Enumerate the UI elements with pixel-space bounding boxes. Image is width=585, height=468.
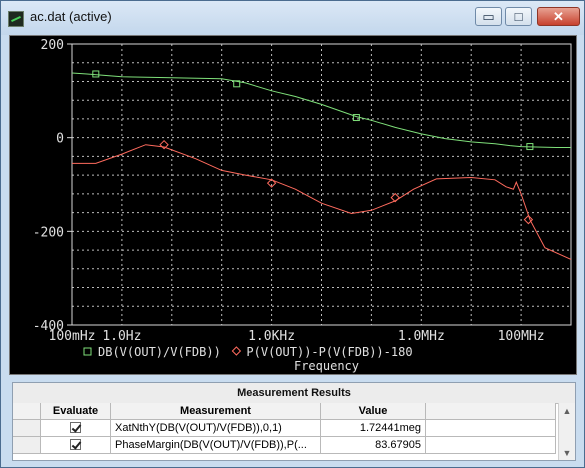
x-tick-label: 100MHz [498, 329, 545, 344]
series-marker-square [92, 70, 100, 78]
column-header-value[interactable]: Value [321, 403, 426, 420]
legend-marker-square [83, 347, 92, 356]
probe-window: ac.dat (active) ▭ □ ✕ 200 0 -200 -400 100mHz… [0, 0, 585, 468]
legend-label: DB(V(OUT)/V(FDB)) [98, 345, 221, 359]
evaluate-checkbox[interactable] [70, 422, 81, 433]
row-header[interactable] [13, 437, 41, 454]
measurement-results-panel: Measurement Results Evaluate Measurement… [12, 382, 576, 461]
measurement-results-title: Measurement Results [13, 383, 575, 404]
x-tick-label: 1.0KHz [248, 329, 295, 344]
x-tick-label: 100mHz [49, 329, 96, 344]
measurement-expression[interactable]: PhaseMargin(DB(V(OUT)/V(FDB)),P(... [111, 437, 321, 454]
empty-cell [426, 437, 556, 454]
y-tick-label: 200 [41, 38, 64, 53]
measurement-expression[interactable]: XatNthY(DB(V(OUT)/V(FDB)),0,1) [111, 420, 321, 437]
y-tick-label: -200 [33, 225, 64, 240]
row-header[interactable] [13, 420, 41, 437]
close-icon: ✕ [553, 9, 564, 24]
window-title: ac.dat (active) [30, 9, 112, 24]
probe-app-icon [8, 11, 24, 27]
bode-plot: 2000-200-400100mHz 1.0Hz 1.0KHz 1.0MHz 100MH… [33, 38, 572, 373]
column-header-measurement[interactable]: Measurement [111, 403, 321, 420]
column-header-empty [426, 403, 556, 420]
close-button[interactable]: ✕ [537, 7, 580, 26]
x-axis-label: Frequency [294, 359, 359, 373]
column-header-evaluate[interactable]: Evaluate [41, 403, 111, 420]
title-bar[interactable]: ac.dat (active) ▭ □ ✕ [1, 1, 584, 35]
vertical-scrollbar[interactable]: ▲ ▼ [558, 403, 575, 460]
measurement-value: 1.72441meg [321, 420, 426, 437]
legend-marker-diamond [231, 346, 242, 356]
scroll-up-icon[interactable]: ▲ [559, 403, 575, 419]
series-line [72, 144, 572, 260]
minimize-button[interactable]: ▭ [475, 7, 502, 26]
maximize-icon: □ [514, 9, 523, 24]
row-header-corner [13, 403, 41, 420]
y-tick-label: 0 [56, 132, 64, 147]
x-tick-label: 1.0Hz [102, 329, 141, 344]
x-tick-label: 1.0MHz [398, 329, 445, 344]
evaluate-cell [41, 420, 111, 437]
minimize-icon: ▭ [482, 9, 495, 24]
maximize-button[interactable]: □ [505, 7, 532, 26]
evaluate-cell [41, 437, 111, 454]
measurement-value: 83.67905 [321, 437, 426, 454]
scroll-down-icon[interactable]: ▼ [559, 445, 575, 460]
legend-label: P(V(OUT))-P(V(FDB))-180 [246, 345, 412, 359]
evaluate-checkbox[interactable] [70, 439, 81, 450]
empty-cell [426, 420, 556, 437]
plot-area[interactable]: 200 0 -200 -400 100mHz 1.0Hz 1.0KHz 1.0MHz 100MH… [9, 35, 577, 375]
